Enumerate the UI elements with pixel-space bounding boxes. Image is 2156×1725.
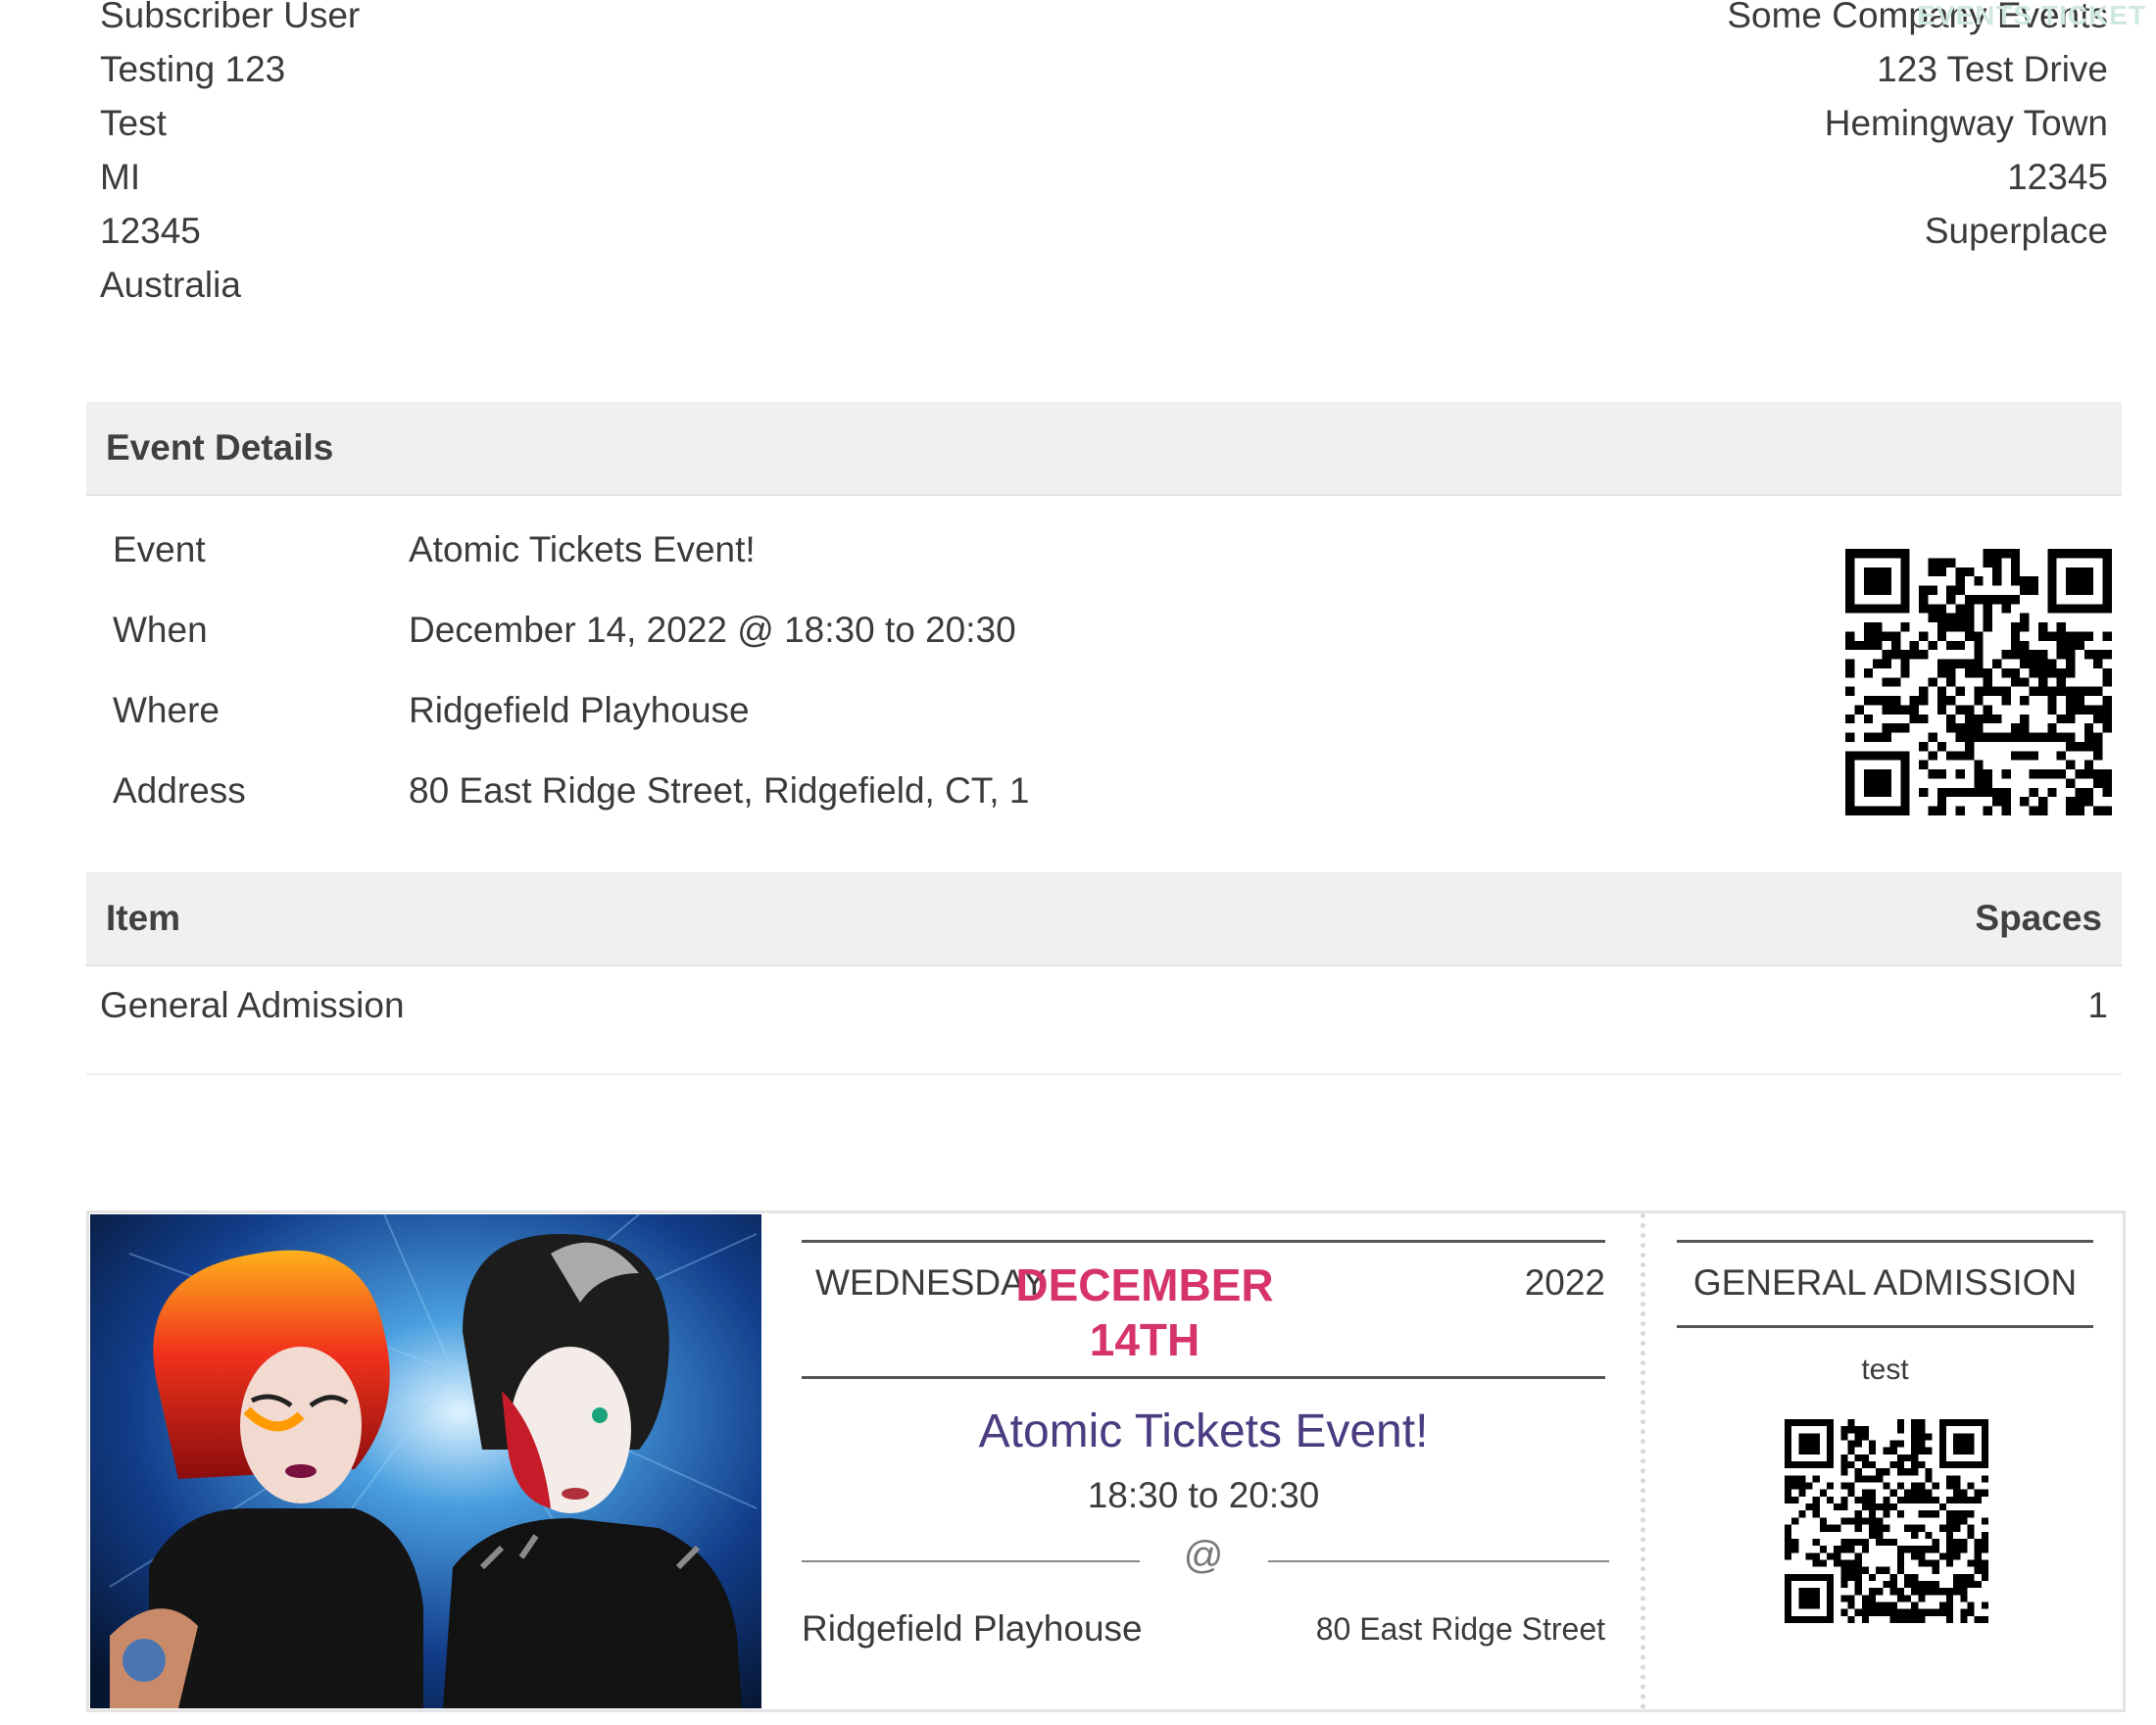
ticket-stub: GENERAL ADMISSION test bbox=[1677, 1213, 2093, 1709]
detail-label: When bbox=[113, 610, 208, 650]
subscriber-address: Subscriber User Testing 123 Test MI 1234… bbox=[100, 0, 360, 312]
detail-value: Ridgefield Playhouse bbox=[409, 690, 750, 730]
divider bbox=[802, 1240, 1605, 1243]
ticket-time: 18:30 to 20:30 bbox=[1087, 1475, 1320, 1515]
at-sign: @ bbox=[1183, 1534, 1224, 1577]
tear-line bbox=[1641, 1213, 1645, 1709]
event-photo bbox=[90, 1214, 761, 1708]
item-name: General Admission bbox=[100, 985, 405, 1025]
qr-code-icon bbox=[1785, 1419, 1988, 1623]
ticket-day-number: 14TH bbox=[1089, 1314, 1200, 1365]
company-line: Superplace bbox=[1924, 211, 2108, 251]
divider bbox=[1677, 1325, 2093, 1328]
subscriber-line: Test bbox=[100, 103, 167, 143]
company-line: Hemingway Town bbox=[1824, 103, 2108, 143]
divider bbox=[1677, 1240, 2093, 1243]
ticket-month: DECEMBER bbox=[1015, 1259, 1274, 1310]
watermark-logo: EVENTS TICKET bbox=[1917, 0, 2146, 30]
company-address: Some Company Events 123 Test Drive Hemin… bbox=[1727, 0, 2108, 258]
ticket-note: test bbox=[1861, 1354, 1909, 1386]
detail-label: Event bbox=[113, 529, 206, 569]
subscriber-line: 12345 bbox=[100, 211, 201, 251]
divider bbox=[802, 1376, 1605, 1379]
subscriber-name: Subscriber User bbox=[100, 0, 361, 35]
event-details-header: Event Details bbox=[86, 402, 2122, 496]
detail-label: Where bbox=[113, 690, 220, 730]
items-header: Item Spaces bbox=[86, 872, 2122, 966]
company-line: 123 Test Drive bbox=[1877, 49, 2108, 89]
ticket: WEDNESDAY DECEMBER 14TH 2022 Atomic Tick… bbox=[86, 1210, 2126, 1712]
company-line: 12345 bbox=[2007, 157, 2108, 197]
ticket-main: WEDNESDAY DECEMBER 14TH 2022 Atomic Tick… bbox=[802, 1213, 1609, 1709]
subscriber-line: MI bbox=[100, 157, 141, 197]
item-spaces: 1 bbox=[2087, 985, 2108, 1025]
items-col-item: Item bbox=[106, 898, 181, 938]
ticket-year: 2022 bbox=[1524, 1262, 1605, 1303]
table-row: General Admission 1 bbox=[86, 965, 2122, 1075]
event-details-title: Event Details bbox=[106, 427, 334, 468]
ticket-date: DECEMBER 14TH bbox=[998, 1257, 1292, 1367]
qr-code-icon bbox=[1845, 549, 2112, 815]
detail-value: Atomic Tickets Event! bbox=[409, 529, 756, 569]
ticket-street: 80 East Ridge Street bbox=[1315, 1611, 1605, 1647]
admission-type: GENERAL ADMISSION bbox=[1692, 1262, 2078, 1303]
detail-value: 80 East Ridge Street, Ridgefield, CT, 1 bbox=[409, 770, 1030, 811]
subscriber-country: Australia bbox=[100, 265, 241, 305]
ticket-event-name: Atomic Tickets Event! bbox=[978, 1405, 1429, 1457]
detail-value: December 14, 2022 @ 18:30 to 20:30 bbox=[409, 610, 1016, 650]
ticket-venue: Ridgefield Playhouse bbox=[802, 1608, 1143, 1649]
subscriber-line: Testing 123 bbox=[100, 49, 286, 89]
divider bbox=[1268, 1560, 1609, 1562]
items-col-spaces: Spaces bbox=[1975, 898, 2102, 938]
detail-label: Address bbox=[113, 770, 246, 811]
